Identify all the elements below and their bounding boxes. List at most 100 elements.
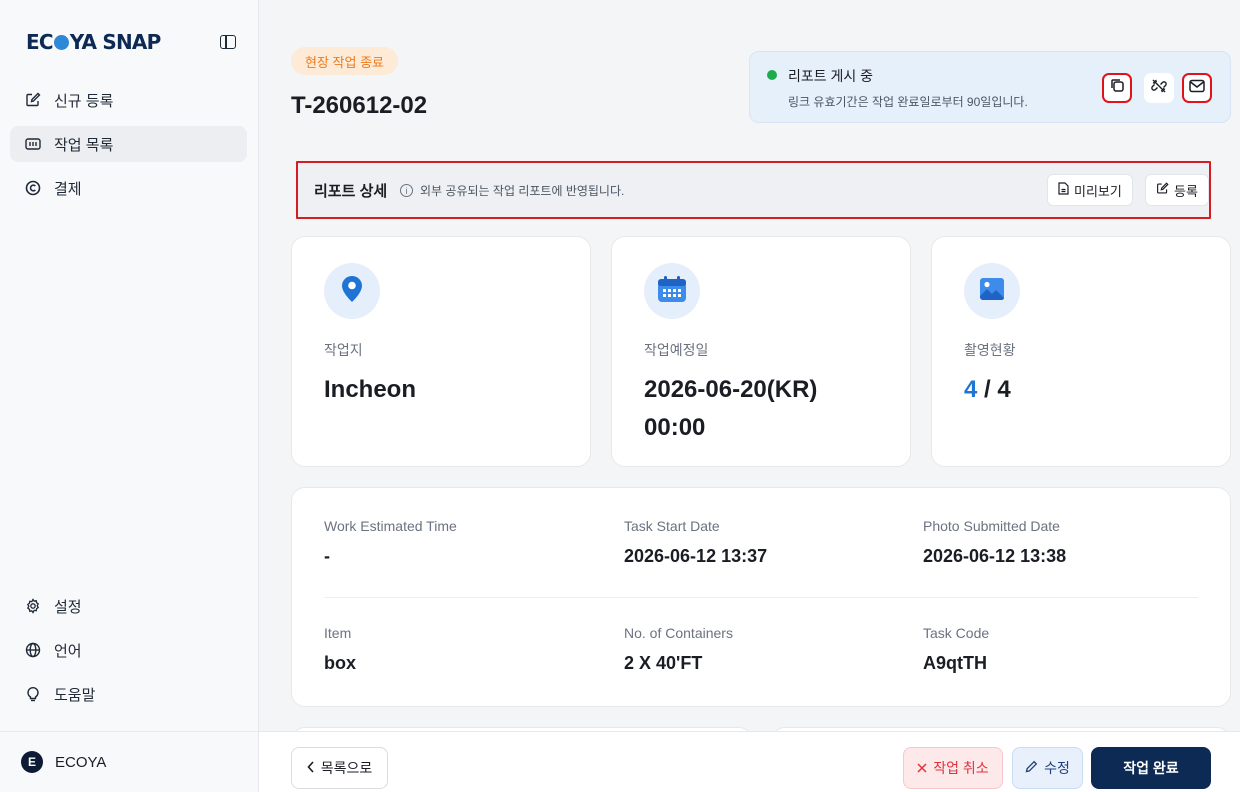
sidebar-item-settings[interactable]: 설정 [10, 588, 247, 624]
image-icon [979, 277, 1005, 306]
task-details-card: Work Estimated Time - Task Start Date 20… [291, 487, 1231, 707]
edit-button[interactable]: 수정 [1012, 747, 1083, 789]
main-content: 현장 작업 종료 T-260612-02 리포트 게시 중 링크 유효기간은 작… [259, 0, 1240, 792]
sidebar: EC YA SNAP 신규 등록 작업 목록 결제 설정 언어 도움말 E EC… [0, 0, 259, 792]
lightbulb-icon [24, 685, 42, 703]
calendar-icon [657, 275, 687, 308]
complete-task-button[interactable]: 작업 완료 [1091, 747, 1211, 789]
detail-label: Work Estimated Time [324, 518, 457, 534]
report-detail-info: i 외부 공유되는 작업 리포트에 반영됩니다. [400, 182, 624, 199]
photo-status-label: 촬영현황 [964, 342, 1016, 358]
location-card: 작업지 Incheon [291, 236, 591, 467]
schedule-label: 작업예정일 [644, 342, 709, 358]
report-detail-title: 리포트 상세 [314, 183, 388, 200]
schedule-icon-circle [644, 263, 700, 319]
register-button[interactable]: 등록 [1145, 174, 1209, 206]
work-estimated-time: Work Estimated Time - [324, 518, 604, 567]
edit-square-icon [24, 91, 42, 109]
sidebar-toggle-icon[interactable] [220, 35, 236, 49]
task-code: Task Code A9qtTH [923, 625, 1203, 674]
sidebar-nav: 신규 등록 작업 목록 결제 [10, 82, 247, 214]
avatar: E [21, 751, 43, 773]
location-label: 작업지 [324, 342, 363, 358]
publish-description: 링크 유효기간은 작업 완료일로부터 90일입니다. [788, 95, 1028, 109]
publish-title: 리포트 게시 중 [788, 68, 874, 84]
photos-separator: / [977, 376, 998, 403]
edit-label: 수정 [1044, 760, 1070, 776]
unlink-icon [1150, 77, 1168, 100]
detail-value: 2026-06-12 13:38 [923, 546, 1067, 566]
logo-row: EC YA SNAP [26, 28, 240, 56]
sidebar-bottom-nav: 설정 언어 도움말 [10, 588, 247, 720]
sidebar-item-help[interactable]: 도움말 [10, 676, 247, 712]
detail-label: No. of Containers [624, 625, 733, 641]
list-box-icon [24, 135, 42, 153]
detail-value: - [324, 546, 330, 566]
detail-label: Task Code [923, 625, 990, 641]
schedule-time: 00:00 [644, 414, 706, 441]
preview-label: 미리보기 [1074, 183, 1122, 199]
user-name: ECOYA [55, 753, 107, 771]
photo-status-card: 촬영현황 4 / 4 [931, 236, 1231, 467]
sidebar-item-label: 결제 [54, 180, 82, 198]
copy-link-button[interactable] [1102, 73, 1132, 103]
copy-icon [1110, 78, 1125, 98]
schedule-card: 작업예정일 2026-06-20(KR) 00:00 [611, 236, 911, 467]
photo-status-value: 4 / 4 [964, 371, 1011, 409]
detail-value: A9qtTH [923, 653, 987, 673]
user-profile[interactable]: E ECOYA [0, 731, 259, 792]
gear-icon [24, 597, 42, 615]
mail-icon [1189, 79, 1205, 98]
app-logo[interactable]: EC YA SNAP [26, 30, 162, 54]
location-icon-circle [324, 263, 380, 319]
sidebar-item-label: 설정 [54, 598, 82, 616]
photo-icon-circle [964, 263, 1020, 319]
sidebar-item-payment[interactable]: 결제 [10, 170, 247, 206]
report-detail-bar: 리포트 상세 i 외부 공유되는 작업 리포트에 반영됩니다. 미리보기 등록 [296, 161, 1211, 219]
info-icon: i [400, 184, 413, 197]
logo-text-prefix: EC [26, 30, 54, 54]
location-value: Incheon [324, 376, 417, 403]
detail-label: Task Start Date [624, 518, 720, 534]
cancel-task-button[interactable]: 작업 취소 [903, 747, 1003, 789]
cancel-label: 작업 취소 [933, 760, 989, 776]
photos-taken: 4 [964, 376, 978, 403]
publish-status-panel: 리포트 게시 중 링크 유효기간은 작업 완료일로부터 90일입니다. [749, 51, 1231, 123]
chevron-left-icon [307, 760, 315, 776]
divider [324, 597, 1198, 598]
close-icon [917, 760, 927, 776]
register-label: 등록 [1174, 183, 1198, 199]
logo-globe-icon [53, 35, 69, 50]
sidebar-item-label: 신규 등록 [54, 92, 114, 110]
schedule-date: 2026-06-20(KR) [644, 376, 818, 403]
copyright-circle-icon [24, 179, 42, 197]
sidebar-item-label: 도움말 [54, 686, 96, 704]
task-start-date: Task Start Date 2026-06-12 13:37 [624, 518, 904, 567]
sidebar-item-language[interactable]: 언어 [10, 632, 247, 668]
report-detail-info-text: 외부 공유되는 작업 리포트에 반영됩니다. [420, 184, 625, 198]
complete-label: 작업 완료 [1123, 760, 1179, 776]
sidebar-item-label: 작업 목록 [54, 136, 114, 154]
globe-icon [24, 641, 42, 659]
logo-text-suffix: YA SNAP [69, 30, 162, 54]
containers: No. of Containers 2 X 40'FT [624, 625, 904, 674]
map-pin-icon [341, 275, 363, 308]
action-footer: 목록으로 작업 취소 수정 작업 완료 [259, 731, 1240, 792]
sidebar-item-tasks[interactable]: 작업 목록 [10, 126, 247, 162]
sidebar-item-new[interactable]: 신규 등록 [10, 82, 247, 118]
pencil-icon [1025, 760, 1038, 776]
status-badge: 현장 작업 종료 [291, 47, 398, 75]
preview-button[interactable]: 미리보기 [1047, 174, 1133, 206]
photo-submitted-date: Photo Submitted Date 2026-06-12 13:38 [923, 518, 1203, 567]
document-icon [1058, 182, 1069, 198]
detail-value: box [324, 653, 357, 673]
detail-label: Item [324, 625, 352, 641]
photos-total: 4 [997, 376, 1011, 403]
back-to-list-button[interactable]: 목록으로 [291, 747, 388, 789]
status-dot-icon [767, 70, 777, 80]
email-share-button[interactable] [1182, 73, 1212, 103]
edit-icon [1156, 182, 1169, 198]
unlink-button[interactable] [1144, 73, 1174, 103]
item: Item box [324, 625, 604, 674]
detail-value: 2026-06-12 13:37 [624, 546, 768, 566]
